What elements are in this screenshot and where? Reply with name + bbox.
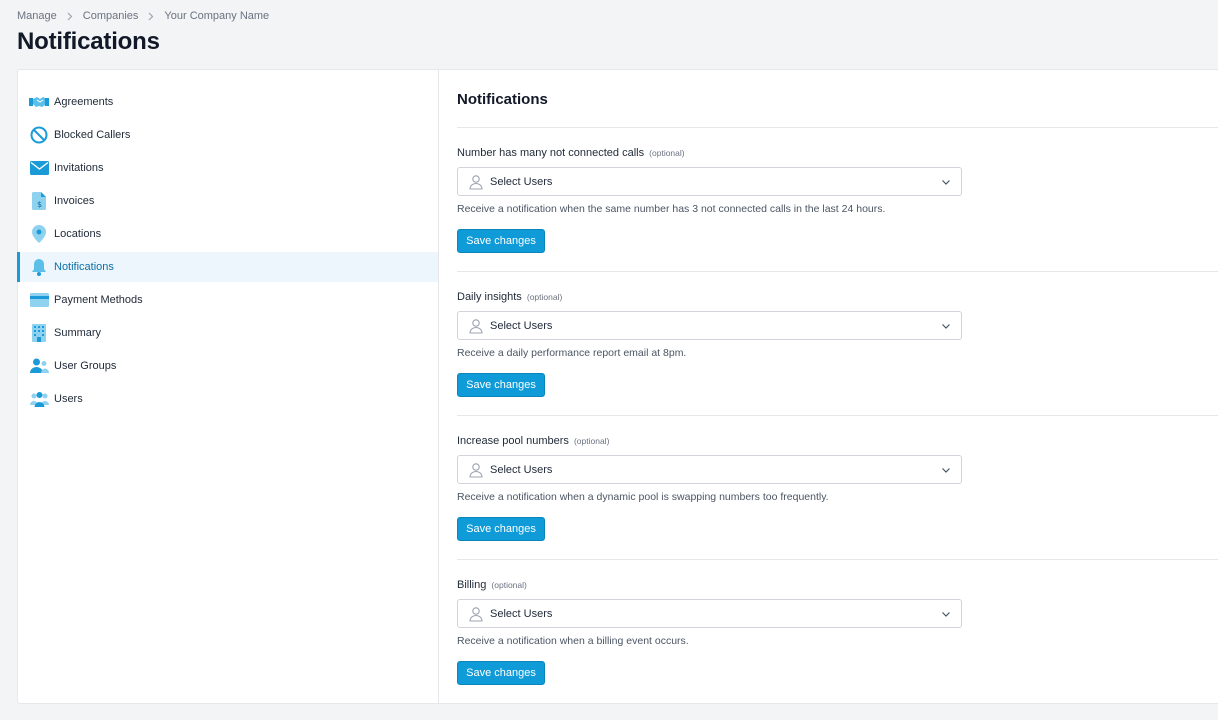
field-label-text: Billing	[457, 579, 487, 591]
chevron-down-icon	[941, 609, 951, 619]
sidebar-item-invoices[interactable]: $ Invoices	[18, 186, 438, 216]
field-description: Receive a daily performance report email…	[457, 347, 687, 359]
user-icon	[468, 318, 484, 334]
credit-card-icon	[29, 291, 49, 309]
select-value: Select Users	[490, 463, 553, 476]
field-label-text: Daily insights	[457, 291, 522, 303]
sidebar-item-summary[interactable]: Summary	[18, 318, 438, 348]
svg-text:$: $	[37, 200, 42, 209]
chevron-down-icon	[941, 321, 951, 331]
optional-tag: (optional)	[526, 292, 563, 302]
user-icon	[468, 606, 484, 622]
chevron-down-icon	[941, 177, 951, 187]
breadcrumb: Manage Companies Your Company Name	[17, 9, 269, 23]
notification-section-daily-insights: Daily insights (optional) Select Users R…	[457, 271, 1218, 397]
field-label: Increase pool numbers (optional)	[457, 435, 609, 447]
sidebar-item-users[interactable]: Users	[18, 384, 438, 414]
field-label: Number has many not connected calls (opt…	[457, 147, 685, 159]
notification-section-billing: Billing (optional) Select Users Receive …	[457, 559, 1218, 685]
sidebar: Agreements Blocked Callers Invitations $…	[17, 70, 439, 703]
sidebar-item-label: Payment Methods	[54, 294, 143, 306]
user-icon	[468, 462, 484, 478]
optional-tag: (optional)	[491, 580, 527, 590]
field-label: Daily insights (optional)	[457, 291, 562, 303]
sidebar-item-payment-methods[interactable]: Payment Methods	[18, 285, 438, 315]
section-title: Notifications	[457, 91, 548, 108]
sidebar-item-blocked-callers[interactable]: Blocked Callers	[18, 120, 438, 150]
notification-section-increase-pool: Increase pool numbers (optional) Select …	[457, 415, 1218, 541]
chevron-right-icon	[65, 12, 75, 21]
user-group-icon	[29, 357, 49, 375]
sidebar-item-locations[interactable]: Locations	[18, 219, 438, 249]
save-changes-button[interactable]: Save changes	[457, 229, 545, 253]
invoice-icon: $	[29, 192, 49, 210]
sidebar-item-user-groups[interactable]: User Groups	[18, 351, 438, 381]
envelope-icon	[29, 159, 49, 177]
breadcrumb-company-name[interactable]: Your Company Name	[164, 10, 269, 22]
handshake-icon	[29, 93, 49, 111]
select-value: Select Users	[490, 607, 553, 620]
user-icon	[468, 174, 484, 190]
select-value: Select Users	[490, 175, 553, 188]
notifications-panel: Notifications Number has many not connec…	[439, 70, 1218, 703]
breadcrumb-manage[interactable]: Manage	[17, 10, 57, 22]
optional-tag: (optional)	[573, 436, 610, 446]
map-pin-icon	[29, 225, 49, 243]
save-changes-button[interactable]: Save changes	[457, 517, 545, 541]
select-users-dropdown[interactable]: Select Users	[457, 599, 962, 628]
select-users-dropdown[interactable]: Select Users	[457, 311, 962, 340]
users-icon	[29, 390, 49, 408]
sidebar-item-label: Blocked Callers	[54, 129, 131, 141]
breadcrumb-companies[interactable]: Companies	[83, 10, 139, 22]
optional-tag: (optional)	[649, 148, 685, 158]
sidebar-item-label: Users	[54, 393, 83, 405]
field-description: Receive a notification when a dynamic po…	[457, 491, 829, 503]
bell-icon	[29, 258, 49, 276]
field-description: Receive a notification when a billing ev…	[457, 635, 689, 647]
sidebar-item-label: Summary	[54, 327, 102, 339]
sidebar-item-notifications[interactable]: Notifications	[17, 252, 438, 282]
sidebar-item-label: Notifications	[54, 261, 114, 273]
field-description: Receive a notification when the same num…	[457, 203, 886, 215]
sidebar-item-label: Locations	[54, 228, 102, 240]
chevron-down-icon	[941, 465, 951, 475]
sidebar-item-invitations[interactable]: Invitations	[18, 153, 438, 183]
sidebar-item-label: User Groups	[54, 360, 117, 372]
sidebar-item-label: Invitations	[54, 162, 104, 174]
select-users-dropdown[interactable]: Select Users	[457, 455, 962, 484]
sidebar-item-agreements[interactable]: Agreements	[18, 87, 438, 117]
select-users-dropdown[interactable]: Select Users	[457, 167, 962, 196]
page-title: Notifications	[17, 28, 160, 55]
sidebar-item-label: Agreements	[54, 96, 114, 108]
sidebar-item-label: Invoices	[54, 195, 95, 207]
field-label: Billing (optional)	[457, 579, 527, 591]
field-label-text: Increase pool numbers	[457, 435, 569, 447]
chevron-right-icon	[146, 12, 156, 21]
select-value: Select Users	[490, 319, 553, 332]
building-icon	[29, 324, 49, 342]
notification-section-not-connected: Number has many not connected calls (opt…	[457, 127, 1218, 253]
field-label-text: Number has many not connected calls	[457, 147, 645, 159]
save-changes-button[interactable]: Save changes	[457, 661, 545, 685]
settings-card: Agreements Blocked Callers Invitations $…	[17, 69, 1218, 704]
block-icon	[29, 126, 49, 144]
save-changes-button[interactable]: Save changes	[457, 373, 545, 397]
